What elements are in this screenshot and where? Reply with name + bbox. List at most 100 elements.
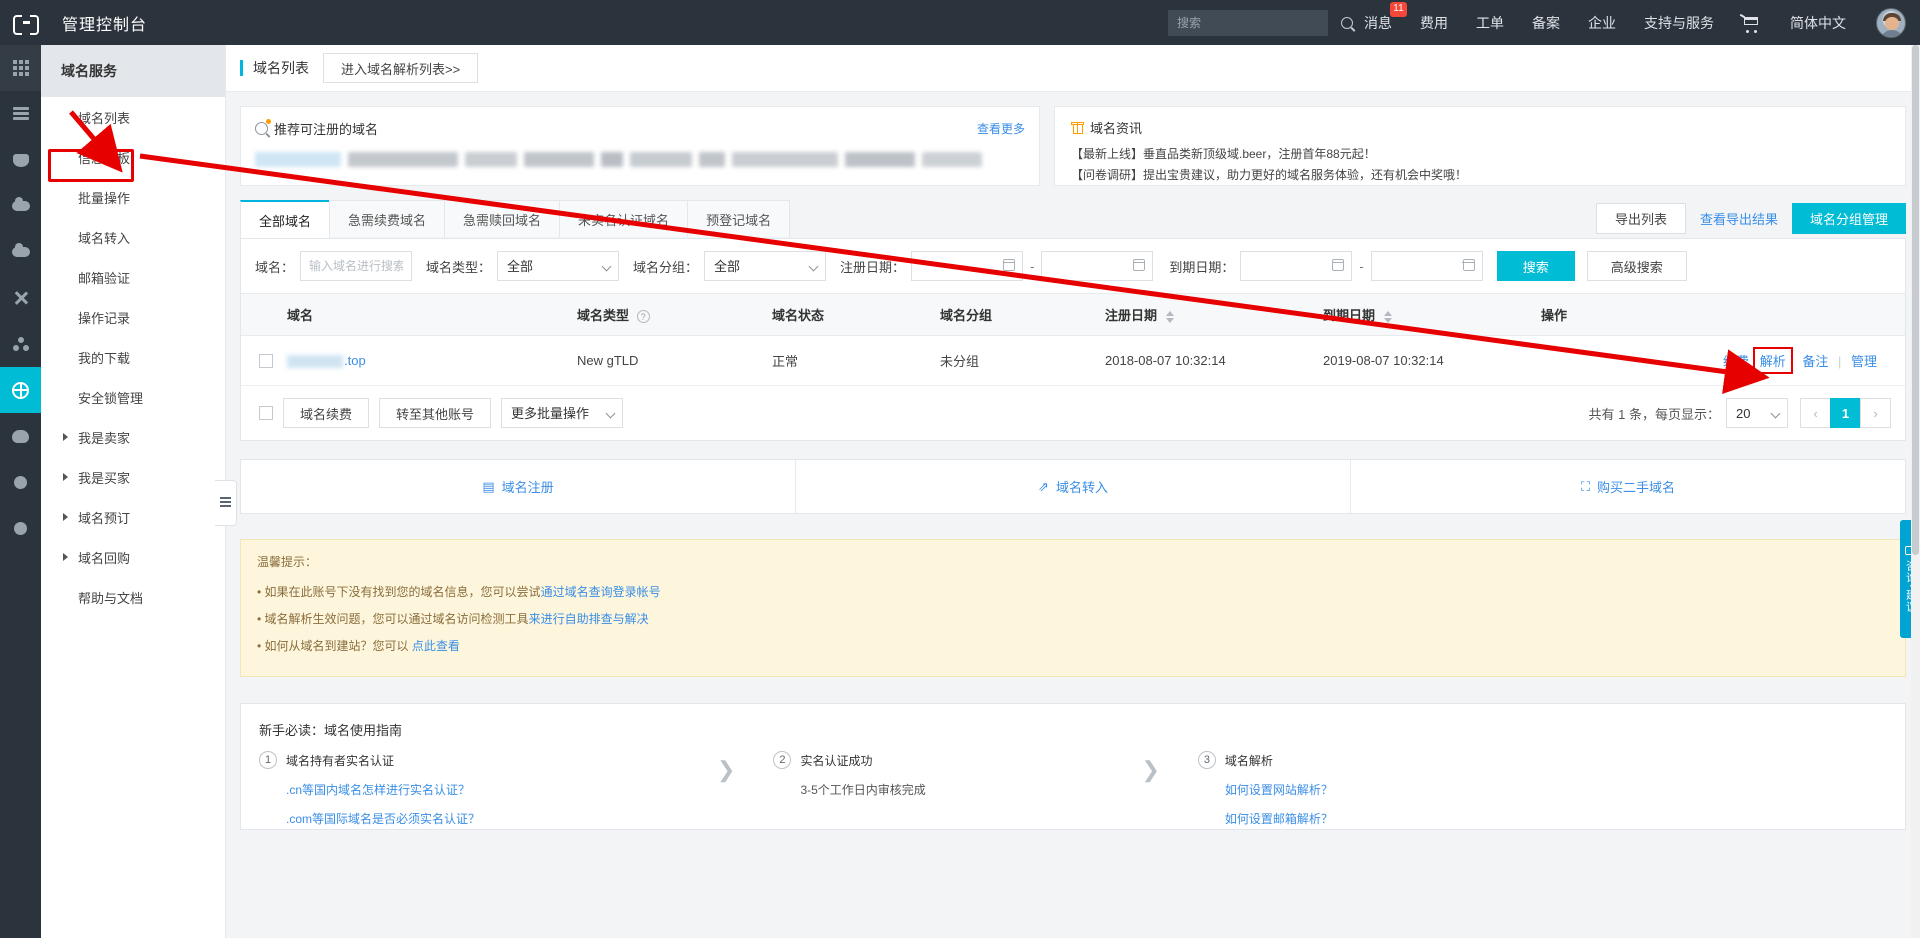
sidebar-item-my-downloads[interactable]: 我的下载 <box>41 337 225 377</box>
news-line-1[interactable]: 【最新上线】垂直品类新顶级域.beer，注册首年88元起！ <box>1071 144 1889 165</box>
sidebar-item-help-docs[interactable]: 帮助与文档 <box>41 577 225 617</box>
tip-item-2-link[interactable]: 来进行自助排查与解决 <box>529 612 649 626</box>
view-more-link[interactable]: 查看更多 <box>977 120 1025 137</box>
domain-group-manage-button[interactable]: 域名分组管理 <box>1792 203 1906 234</box>
sidebar-item-info-template[interactable]: 信息模板 <box>41 137 225 177</box>
tab-pre-registered[interactable]: 预登记域名 <box>687 200 790 237</box>
tip-item-1-link[interactable]: 通过域名查询登录帐号 <box>541 585 661 599</box>
rail-item-misc[interactable] <box>0 413 41 459</box>
pagination-next[interactable]: › <box>1860 398 1891 428</box>
tab-redemption-needed[interactable]: 急需赎回域名 <box>444 200 560 237</box>
filter-reg-date-to-wrap[interactable] <box>1041 251 1153 281</box>
filter-reg-date-from[interactable] <box>911 251 1023 281</box>
sidebar-item-operation-log[interactable]: 操作记录 <box>41 297 225 337</box>
rail-item-domains[interactable] <box>0 367 41 413</box>
rail-item-nodes[interactable] <box>0 321 41 367</box>
quick-action-register[interactable]: ▤ 域名注册 <box>241 460 796 513</box>
sidebar-item-security-lock[interactable]: 安全锁管理 <box>41 377 225 417</box>
tip-item-3-link[interactable]: 点此查看 <box>412 639 460 653</box>
sort-icon[interactable] <box>1166 311 1174 323</box>
filter-exp-date-from-wrap[interactable] <box>1240 251 1352 281</box>
view-export-result-link[interactable]: 查看导出结果 <box>1700 209 1778 228</box>
news-line-2[interactable]: 【问卷调研】提出宝贵建议，助力更好的域名服务体验，还有机会中奖哦！ <box>1071 165 1889 186</box>
global-search-button[interactable] <box>1341 10 1353 36</box>
rail-item-circle-1[interactable] <box>0 459 41 505</box>
guide-step-3-link-2[interactable]: 如何设置邮箱解析？ <box>1225 810 1618 827</box>
shopping-cart-icon[interactable] <box>1742 15 1762 31</box>
sort-icon[interactable] <box>1384 311 1392 323</box>
pagination-prev[interactable]: ‹ <box>1800 398 1831 428</box>
filter-group-select[interactable]: 全部 <box>704 251 826 281</box>
pagination-page-1[interactable]: 1 <box>1830 398 1861 428</box>
question-mark-icon[interactable]: ? <box>637 310 650 323</box>
rail-item-circle-2[interactable] <box>0 505 41 551</box>
filter-type-select[interactable]: 全部 <box>497 251 619 281</box>
filter-type-select-wrap[interactable]: 全部 <box>497 251 619 281</box>
sidebar-item-batch-ops[interactable]: 批量操作 <box>41 177 225 217</box>
page-size-select[interactable]: 20 <box>1726 398 1788 428</box>
guide-step-1-link-1[interactable]: .cn等国内域名怎样进行实名认证？ <box>286 781 679 798</box>
nav-fees[interactable]: 费用 <box>1420 13 1448 33</box>
guide-step-1-link-2[interactable]: .com等国际域名是否必须实名认证？ <box>286 810 679 827</box>
recommended-domains-panel: 推荐可注册的域名 查看更多 <box>240 106 1040 186</box>
filter-exp-date-to-wrap[interactable] <box>1371 251 1483 281</box>
filter-exp-date-from[interactable] <box>1240 251 1352 281</box>
scrollbar-thumb[interactable] <box>1912 45 1919 555</box>
sidebar-item-domain-reservation[interactable]: 域名预订 <box>41 497 225 537</box>
op-resolve-link[interactable]: 解析 <box>1760 354 1786 369</box>
domain-tld-link[interactable]: .top <box>344 353 366 368</box>
tab-renewal-needed[interactable]: 急需续费域名 <box>329 200 445 237</box>
batch-more-select[interactable]: 更多批量操作 <box>501 398 623 428</box>
tab-unverified[interactable]: 未实名认证域名 <box>559 200 688 237</box>
quick-action-buy-secondhand[interactable]: ⛶ 购买二手域名 <box>1351 460 1905 513</box>
filter-search-button[interactable]: 搜索 <box>1497 251 1575 281</box>
batch-transfer-button[interactable]: 转至其他账号 <box>379 398 491 428</box>
guide-step-3-link-1[interactable]: 如何设置网站解析？ <box>1225 781 1618 798</box>
sidebar-item-i-am-buyer[interactable]: 我是买家 <box>41 457 225 497</box>
sidebar-item-email-verify[interactable]: 邮箱验证 <box>41 257 225 297</box>
export-list-button[interactable]: 导出列表 <box>1596 203 1686 234</box>
filter-group-select-wrap[interactable]: 全部 <box>704 251 826 281</box>
sidebar-item-domain-buyback[interactable]: 域名回购 <box>41 537 225 577</box>
global-search-box[interactable] <box>1168 10 1328 36</box>
nav-enterprise[interactable]: 企业 <box>1588 13 1616 33</box>
sidebar-item-i-am-seller[interactable]: 我是卖家 <box>41 417 225 457</box>
rail-item-network[interactable] <box>0 275 41 321</box>
filter-domain-input[interactable] <box>300 251 412 281</box>
filter-exp-date-to[interactable] <box>1371 251 1483 281</box>
filter-reg-date-from-wrap[interactable] <box>911 251 1023 281</box>
op-manage-link[interactable]: 管理 <box>1851 354 1877 369</box>
sidebar-item-domain-list[interactable]: 域名列表 <box>41 97 225 137</box>
rail-item-security[interactable] <box>0 137 41 183</box>
row-checkbox[interactable] <box>259 354 273 368</box>
global-search-input[interactable] <box>1168 16 1341 30</box>
nav-support[interactable]: 支持与服务 <box>1644 13 1714 33</box>
batch-more-select-wrap[interactable]: 更多批量操作 <box>501 398 623 428</box>
nav-tickets[interactable]: 工单 <box>1476 13 1504 33</box>
op-note-link[interactable]: 备注 <box>1802 354 1828 369</box>
collapse-sidebar-icon[interactable] <box>215 480 237 526</box>
logo-container[interactable] <box>0 15 52 31</box>
col-registered-date[interactable]: 注册日期 <box>1105 294 1323 336</box>
nav-icp-filing[interactable]: 备案 <box>1532 13 1560 33</box>
tab-all-domains[interactable]: 全部域名 <box>240 200 330 238</box>
batch-renew-button[interactable]: 域名续费 <box>283 398 369 428</box>
col-expire-date-label: 到期日期 <box>1323 308 1375 323</box>
rail-item-cloud-db[interactable] <box>0 229 41 275</box>
op-renew-link[interactable]: 续费 <box>1723 354 1749 369</box>
user-avatar[interactable] <box>1876 8 1906 38</box>
apps-grid-icon-button[interactable] <box>0 45 41 91</box>
advanced-search-button[interactable]: 高级搜索 <box>1587 251 1687 281</box>
rail-item-cloud[interactable] <box>0 183 41 229</box>
quick-action-transfer-in[interactable]: ⇗ 域名转入 <box>796 460 1351 513</box>
nav-messages[interactable]: 消息 11 <box>1364 13 1392 33</box>
goto-dns-list-button[interactable]: 进入域名解析列表>> <box>323 53 478 83</box>
batch-select-all-checkbox[interactable] <box>259 406 273 420</box>
sidebar-item-domain-transfer-in[interactable]: 域名转入 <box>41 217 225 257</box>
page-scrollbar[interactable] <box>1911 45 1920 938</box>
rail-item-servers[interactable] <box>0 91 41 137</box>
col-expire-date[interactable]: 到期日期 <box>1323 294 1541 336</box>
page-size-select-wrap[interactable]: 20 <box>1726 398 1788 428</box>
filter-reg-date-to[interactable] <box>1041 251 1153 281</box>
nav-language[interactable]: 简体中文 <box>1790 13 1846 33</box>
